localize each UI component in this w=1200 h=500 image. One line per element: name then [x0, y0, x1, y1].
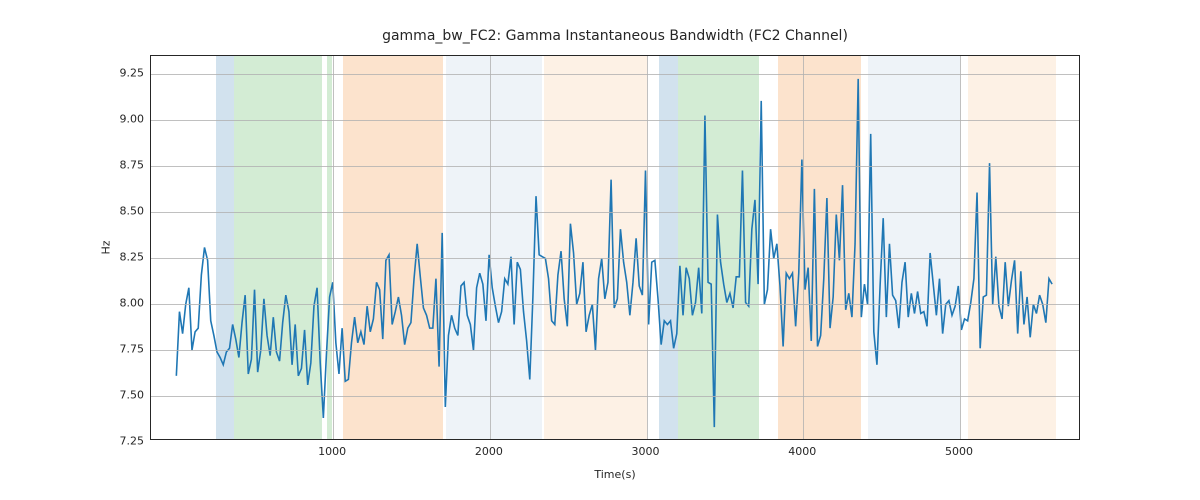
gridline-vertical: [960, 56, 961, 439]
x-tick-label: 2000: [475, 445, 503, 458]
gridline-horizontal: [151, 396, 1079, 397]
x-tick-label: 1000: [318, 445, 346, 458]
y-tick-label: 8.00: [104, 296, 144, 309]
line-series-svg: [151, 56, 1079, 439]
gridline-horizontal: [151, 304, 1079, 305]
gridline-vertical: [803, 56, 804, 439]
x-tick-label: 4000: [788, 445, 816, 458]
x-tick-label: 5000: [945, 445, 973, 458]
gridline-horizontal: [151, 350, 1079, 351]
plot-area: [150, 55, 1080, 440]
y-tick-label: 7.50: [104, 388, 144, 401]
gridline-horizontal: [151, 212, 1079, 213]
x-axis-label: Time(s): [150, 468, 1080, 481]
gridline-horizontal: [151, 120, 1079, 121]
y-tick-label: 9.25: [104, 66, 144, 79]
y-tick-label: 7.25: [104, 434, 144, 447]
x-tick-label: 3000: [632, 445, 660, 458]
y-tick-label: 8.75: [104, 158, 144, 171]
line-series: [176, 79, 1052, 427]
gridline-horizontal: [151, 258, 1079, 259]
figure: gamma_bw_FC2: Gamma Instantaneous Bandwi…: [0, 0, 1200, 500]
gridline-horizontal: [151, 166, 1079, 167]
y-tick-label: 9.00: [104, 112, 144, 125]
gridline-horizontal: [151, 74, 1079, 75]
y-tick-label: 8.25: [104, 250, 144, 263]
y-tick-label: 8.50: [104, 204, 144, 217]
gridline-vertical: [333, 56, 334, 439]
gridline-vertical: [490, 56, 491, 439]
chart-title: gamma_bw_FC2: Gamma Instantaneous Bandwi…: [150, 28, 1080, 44]
y-tick-label: 7.75: [104, 342, 144, 355]
gridline-vertical: [647, 56, 648, 439]
